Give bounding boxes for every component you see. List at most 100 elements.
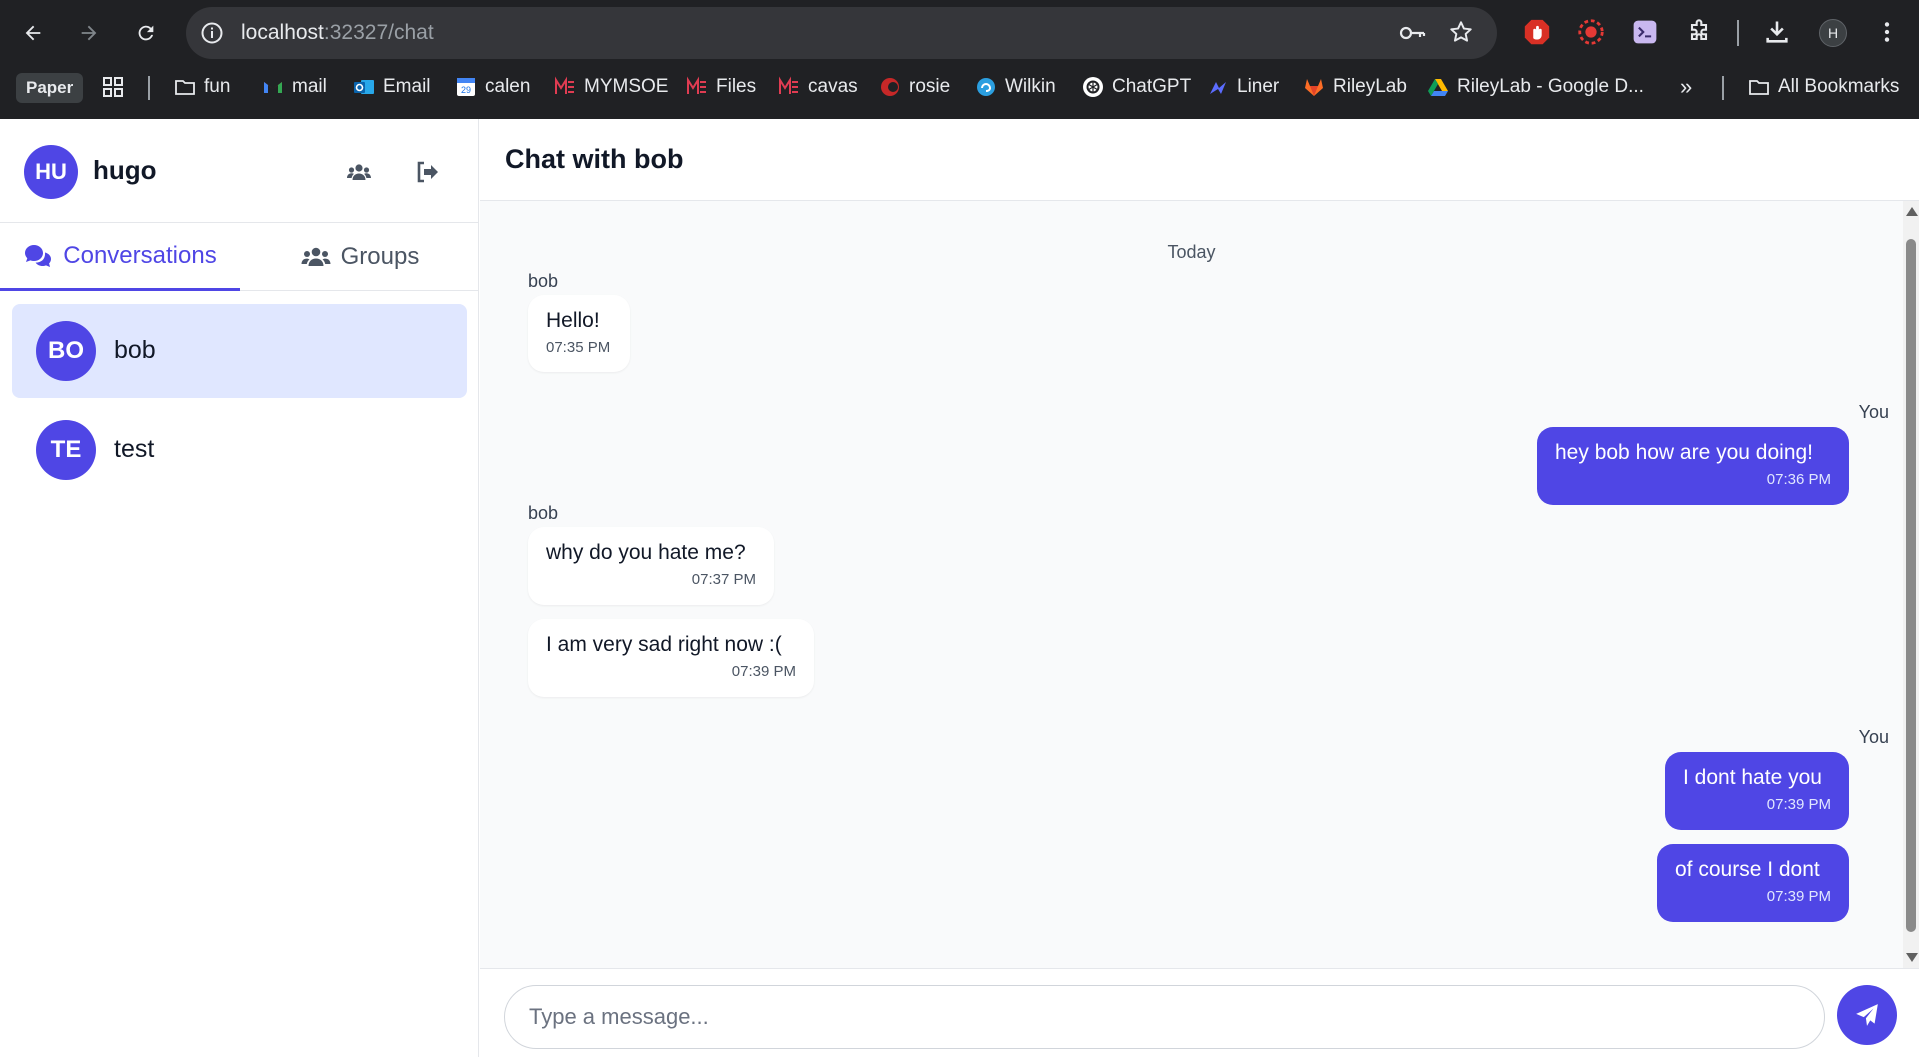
tab-groups[interactable]: Groups xyxy=(240,223,480,291)
message-sender: You xyxy=(1858,402,1889,422)
adblock-extension-button[interactable] xyxy=(1521,16,1553,48)
download-icon xyxy=(1766,21,1788,43)
bookmark-label: RileyLab xyxy=(1333,76,1407,97)
chat-panel: Chat with bob Today bob Hello! 07:35 PM … xyxy=(480,119,1919,1057)
bookmarks-bar: Paper fun mail Email 29 calen MYMSOE File… xyxy=(0,66,1919,108)
message-composer xyxy=(480,968,1919,1057)
tab-label: Groups xyxy=(340,243,420,270)
bookmark-label: Email xyxy=(383,76,431,97)
bookmark-label: calen xyxy=(485,76,531,97)
users-button[interactable] xyxy=(340,153,378,191)
all-bookmarks-label: All Bookmarks xyxy=(1778,76,1900,97)
message-sender: bob xyxy=(528,271,559,291)
users-icon xyxy=(347,164,371,180)
bookmark-rileylab-drive[interactable]: RileyLab - Google D... xyxy=(1427,70,1644,104)
conversation-item-test[interactable]: TE test xyxy=(12,403,467,497)
message-list[interactable]: Today bob Hello! 07:35 PM You hey bob ho… xyxy=(480,201,1903,968)
bookmark-label: Liner xyxy=(1237,76,1280,97)
message-time: 07:39 PM xyxy=(1766,796,1831,813)
gitlab-icon xyxy=(1303,76,1325,98)
password-key-icon[interactable] xyxy=(1398,21,1426,45)
bookmark-cavas[interactable]: cavas xyxy=(778,70,858,104)
bookmark-label: Wilkin xyxy=(1005,76,1056,97)
tab-conversations[interactable]: Conversations xyxy=(0,223,240,291)
message-sender: bob xyxy=(528,503,559,523)
calendar-icon: 29 xyxy=(455,76,477,98)
reload-button[interactable] xyxy=(127,14,165,52)
bookmark-mymsoe[interactable]: MYMSOE xyxy=(554,70,668,104)
send-button[interactable] xyxy=(1837,985,1897,1045)
bookmarks-overflow-button[interactable]: » xyxy=(1680,70,1692,104)
address-bar[interactable]: localhost:32327/chat xyxy=(186,7,1497,59)
extensions-puzzle-icon xyxy=(1690,19,1708,41)
avatar: BO xyxy=(36,321,96,381)
google-drive-icon xyxy=(1427,76,1449,98)
back-button[interactable] xyxy=(14,14,52,52)
apps-button[interactable] xyxy=(102,70,124,104)
msoe-icon xyxy=(778,76,800,98)
bookmark-liner[interactable]: Liner xyxy=(1207,70,1279,104)
record-extension-button[interactable] xyxy=(1575,16,1607,48)
bookmark-mail[interactable]: mail xyxy=(262,70,327,104)
message-bubble: Hello! 07:35 PM xyxy=(528,295,630,372)
forward-icon xyxy=(81,25,97,41)
bookmark-label: fun xyxy=(204,76,231,97)
scrollbar-thumb[interactable] xyxy=(1906,239,1916,932)
forward-button[interactable] xyxy=(70,14,108,52)
bookmark-star-icon[interactable] xyxy=(1448,19,1474,45)
paper-plane-icon xyxy=(1856,1004,1878,1026)
message-time: 07:39 PM xyxy=(1766,888,1831,905)
bookmark-rileylab[interactable]: RileyLab xyxy=(1303,70,1407,104)
message-bubble: of course I dont 07:39 PM xyxy=(1657,844,1849,922)
day-separator: Today xyxy=(1167,242,1216,262)
bookmark-files[interactable]: Files xyxy=(686,70,756,104)
bookmark-fun[interactable]: fun xyxy=(174,70,230,104)
bookmark-label: Files xyxy=(716,76,757,97)
message-bubble: I am very sad right now :( 07:39 PM xyxy=(528,619,814,697)
message-input[interactable] xyxy=(504,985,1825,1049)
tab-label: Conversations xyxy=(63,241,217,269)
more-menu-icon xyxy=(1884,22,1890,42)
chat-app: HU hugo Conversations Groups BO bob TE t… xyxy=(0,119,1919,1057)
bookmarks-divider xyxy=(148,76,150,100)
message-text: hey bob how are you doing! xyxy=(1555,441,1814,464)
chatgpt-icon xyxy=(1082,76,1104,98)
logout-button[interactable] xyxy=(408,153,446,191)
scroll-up-arrow-icon[interactable] xyxy=(1906,207,1918,216)
bookmark-label: RileyLab - Google D... xyxy=(1457,76,1644,97)
users-icon xyxy=(301,247,331,266)
extensions-button[interactable] xyxy=(1683,16,1715,48)
profile-avatar[interactable]: H xyxy=(1819,19,1847,47)
message-text: Hello! xyxy=(546,309,600,332)
bookmark-label: MYMSOE xyxy=(584,76,669,97)
message-text: I dont hate you xyxy=(1683,766,1822,789)
message-bubble: why do you hate me? 07:37 PM xyxy=(528,527,774,605)
sidebar-header: HU hugo xyxy=(0,119,479,223)
msoe-icon xyxy=(554,76,576,98)
browser-chrome: localhost:32327/chat H Paper fun mail Em… xyxy=(0,0,1919,119)
liner-icon xyxy=(1207,76,1229,98)
browser-menu-button[interactable] xyxy=(1871,16,1903,48)
toolbar-divider xyxy=(1737,20,1739,46)
reload-icon xyxy=(138,25,154,41)
bookmark-paper[interactable]: Paper xyxy=(16,73,84,103)
scroll-down-arrow-icon[interactable] xyxy=(1906,953,1918,962)
bookmark-email[interactable]: Email xyxy=(353,70,431,104)
bookmark-chatgpt[interactable]: ChatGPT xyxy=(1082,70,1191,104)
downloads-button[interactable] xyxy=(1761,16,1793,48)
current-user-name: hugo xyxy=(93,155,157,185)
url-host: localhost xyxy=(241,21,324,44)
record-extension-icon xyxy=(1578,19,1604,45)
bookmark-calen[interactable]: 29 calen xyxy=(455,70,530,104)
back-icon xyxy=(25,25,41,41)
terminal-extension-button[interactable] xyxy=(1629,16,1661,48)
site-info-icon[interactable] xyxy=(200,21,224,45)
wilkin-icon xyxy=(975,76,997,98)
message-scrollbar[interactable] xyxy=(1903,201,1919,968)
bookmark-rosie[interactable]: rosie xyxy=(879,70,950,104)
message-sender: You xyxy=(1858,727,1889,747)
gmail-icon xyxy=(262,76,284,98)
bookmark-wilkin[interactable]: Wilkin xyxy=(975,70,1056,104)
all-bookmarks-button[interactable]: All Bookmarks xyxy=(1748,70,1899,104)
conversation-item-bob[interactable]: BO bob xyxy=(12,304,467,398)
